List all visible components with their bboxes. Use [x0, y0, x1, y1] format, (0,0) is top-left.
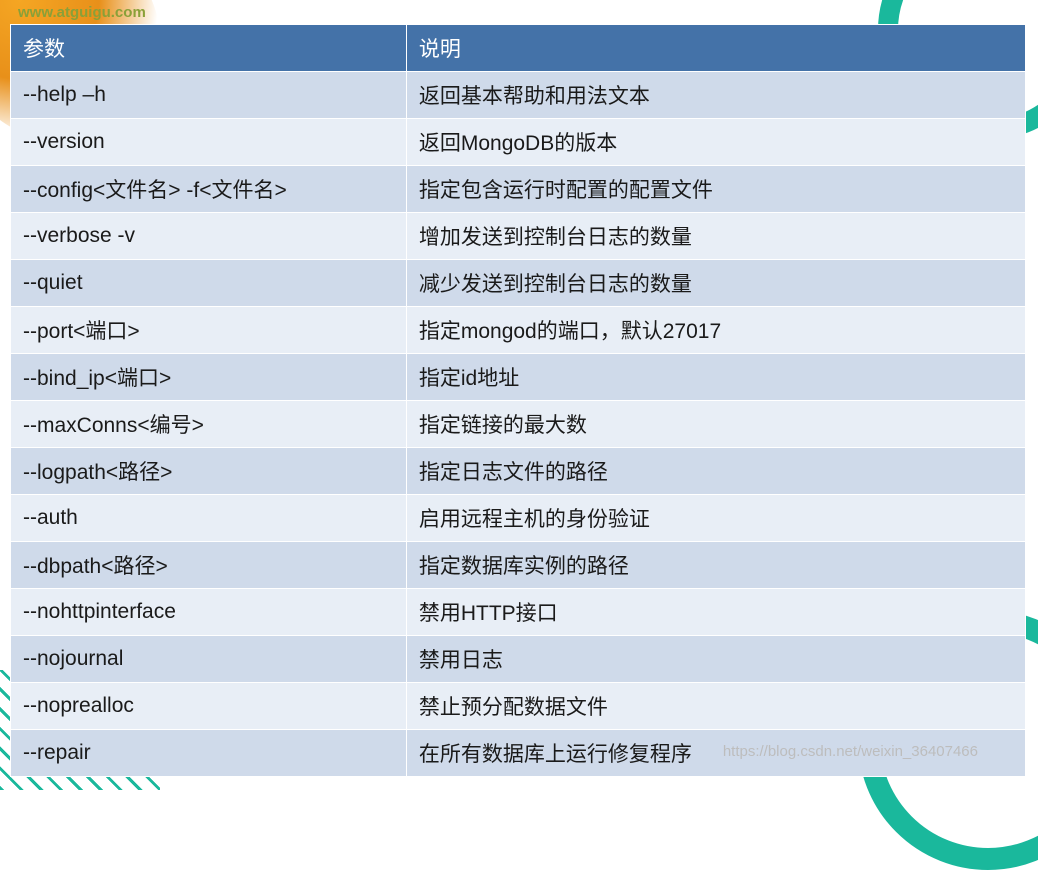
cell-desc: 指定日志文件的路径: [406, 448, 1025, 495]
table-row: --config<文件名> -f<文件名>指定包含运行时配置的配置文件: [11, 166, 1026, 213]
cell-param: --auth: [11, 495, 407, 542]
cell-param: --verbose -v: [11, 213, 407, 260]
cell-desc: 禁用HTTP接口: [406, 589, 1025, 636]
table-row: --help –h返回基本帮助和用法文本: [11, 72, 1026, 119]
table-row: --version返回MongoDB的版本: [11, 119, 1026, 166]
header-param: 参数: [11, 25, 407, 72]
params-table: 参数 说明 --help –h返回基本帮助和用法文本--version返回Mon…: [10, 24, 1026, 777]
table-row: --nohttpinterface禁用HTTP接口: [11, 589, 1026, 636]
cell-desc: 指定链接的最大数: [406, 401, 1025, 448]
table-row: --port<端口>指定mongod的端口，默认27017: [11, 307, 1026, 354]
table-row: --maxConns<编号>指定链接的最大数: [11, 401, 1026, 448]
cell-desc: 增加发送到控制台日志的数量: [406, 213, 1025, 260]
source-url-hint: www.atguigu.com: [18, 4, 146, 21]
cell-desc: 指定包含运行时配置的配置文件: [406, 166, 1025, 213]
table-row: --noprealloc禁止预分配数据文件: [11, 683, 1026, 730]
table-row: --quiet减少发送到控制台日志的数量: [11, 260, 1026, 307]
cell-param: --port<端口>: [11, 307, 407, 354]
cell-param: --bind_ip<端口>: [11, 354, 407, 401]
table-row: --bind_ip<端口>指定id地址: [11, 354, 1026, 401]
cell-param: --help –h: [11, 72, 407, 119]
table-row: --logpath<路径>指定日志文件的路径: [11, 448, 1026, 495]
cell-desc: 禁止预分配数据文件: [406, 683, 1025, 730]
cell-desc: 指定id地址: [406, 354, 1025, 401]
params-table-container: 参数 说明 --help –h返回基本帮助和用法文本--version返回Mon…: [10, 24, 1026, 777]
cell-param: --config<文件名> -f<文件名>: [11, 166, 407, 213]
table-row: --nojournal禁用日志: [11, 636, 1026, 683]
cell-desc: 禁用日志: [406, 636, 1025, 683]
cell-param: --maxConns<编号>: [11, 401, 407, 448]
cell-desc: 指定数据库实例的路径: [406, 542, 1025, 589]
cell-desc: 指定mongod的端口，默认27017: [406, 307, 1025, 354]
table-row: --verbose -v增加发送到控制台日志的数量: [11, 213, 1026, 260]
cell-param: --nohttpinterface: [11, 589, 407, 636]
cell-param: --quiet: [11, 260, 407, 307]
table-header-row: 参数 说明: [11, 25, 1026, 72]
header-desc: 说明: [406, 25, 1025, 72]
cell-param: --logpath<路径>: [11, 448, 407, 495]
table-row: --auth启用远程主机的身份验证: [11, 495, 1026, 542]
watermark-text: https://blog.csdn.net/weixin_36407466: [723, 743, 978, 760]
cell-desc: 启用远程主机的身份验证: [406, 495, 1025, 542]
table-row: --dbpath<路径>指定数据库实例的路径: [11, 542, 1026, 589]
cell-desc: 返回MongoDB的版本: [406, 119, 1025, 166]
cell-desc: 减少发送到控制台日志的数量: [406, 260, 1025, 307]
cell-desc: 返回基本帮助和用法文本: [406, 72, 1025, 119]
cell-param: --repair: [11, 730, 407, 777]
cell-param: --dbpath<路径>: [11, 542, 407, 589]
cell-param: --version: [11, 119, 407, 166]
cell-param: --nojournal: [11, 636, 407, 683]
cell-param: --noprealloc: [11, 683, 407, 730]
